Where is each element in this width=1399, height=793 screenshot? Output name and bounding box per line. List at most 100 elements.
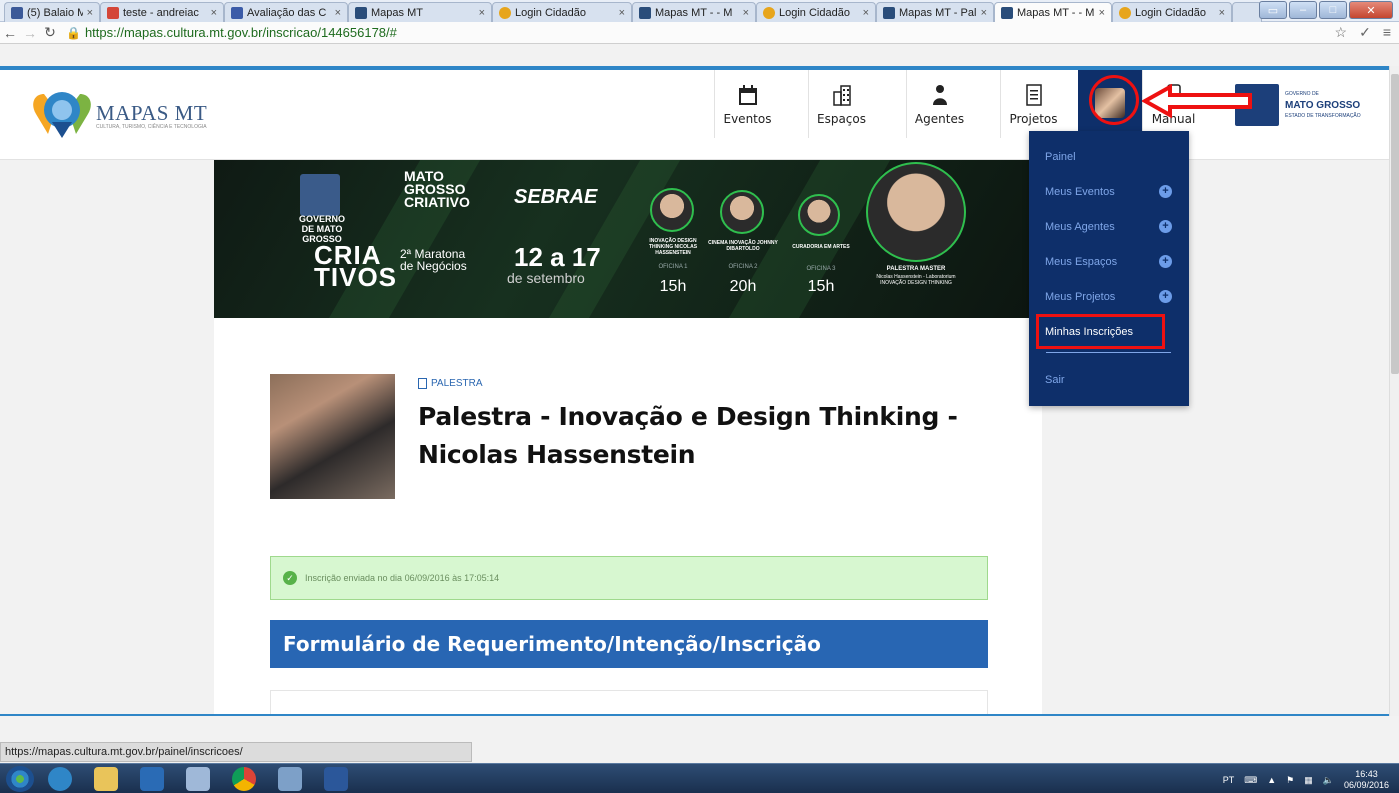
- url-field[interactable]: 🔒 https://mapas.cultura.mt.gov.br/inscri…: [66, 25, 397, 40]
- browser-tab-active[interactable]: Mapas MT - - M ×: [994, 2, 1112, 22]
- start-button-icon[interactable]: [6, 766, 34, 792]
- mapas-icon: [1001, 6, 1013, 19]
- menu-item-meus-eventos[interactable]: Meus Eventos: [1045, 186, 1115, 198]
- menu-item-painel[interactable]: Painel: [1045, 151, 1076, 163]
- lock-icon: 🔒: [66, 25, 81, 40]
- restore-icon[interactable]: ▭: [1259, 1, 1287, 19]
- speaker-photo: [650, 188, 694, 232]
- tab-close-icon[interactable]: ×: [479, 7, 485, 19]
- nav-projetos[interactable]: Projetos: [1000, 70, 1066, 138]
- map-pin-logo-icon: [33, 92, 91, 138]
- mapas-icon: [639, 6, 651, 19]
- browser-tab[interactable]: Login Cidadão ×: [1112, 2, 1232, 22]
- new-tab-button[interactable]: [1232, 2, 1262, 22]
- network-icon[interactable]: ▦: [1304, 775, 1313, 786]
- browser-tab[interactable]: Mapas MT - - M ×: [632, 2, 756, 22]
- tab-close-icon[interactable]: ×: [981, 7, 987, 19]
- add-evento-icon[interactable]: +: [1159, 185, 1172, 198]
- browser-tab[interactable]: Login Cidadão ×: [492, 2, 632, 22]
- tab-close-icon[interactable]: ×: [335, 7, 341, 19]
- address-bar: ← → ↻ 🔒 https://mapas.cultura.mt.gov.br/…: [0, 22, 1399, 44]
- event-banner: GOVERNO DE MATO GROSSO MATO GROSSO CRIAT…: [214, 160, 1042, 318]
- person-icon: [932, 85, 947, 105]
- banner-maratona: 2ª Maratona de Negócios: [400, 247, 467, 273]
- project-category[interactable]: PALESTRA: [418, 378, 483, 389]
- banner-sebrae-logo: SEBRAE: [514, 186, 598, 208]
- reload-icon[interactable]: ↻: [40, 24, 60, 41]
- document-icon: [418, 378, 427, 389]
- gov-mato-grosso-logo: GOVERNO DE MATO GROSSO ESTADO DE TRANSFO…: [1235, 84, 1365, 126]
- explorer-icon[interactable]: [94, 767, 118, 791]
- nav-espacos[interactable]: Espaços: [808, 70, 874, 138]
- speaker-photo: [720, 190, 764, 234]
- tray-expand-icon[interactable]: ▲: [1267, 775, 1276, 785]
- tab-close-icon[interactable]: ×: [1219, 7, 1225, 19]
- bookmark-star-icon[interactable]: ☆: [1335, 24, 1348, 41]
- tab-close-icon[interactable]: ×: [619, 7, 625, 19]
- form-box: [270, 690, 988, 716]
- master-speaker-photo: [866, 162, 966, 262]
- building-icon: [832, 85, 851, 106]
- ie-icon[interactable]: [48, 767, 72, 791]
- menu-divider: [1046, 352, 1171, 353]
- browser-tab[interactable]: Mapas MT ×: [348, 2, 492, 22]
- windows-taskbar: PT ⌨ ▲ ⚑ ▦ 🔈 16:43 06/09/2016: [0, 763, 1399, 793]
- mapas-icon: [883, 6, 895, 19]
- add-projeto-icon[interactable]: +: [1159, 290, 1172, 303]
- system-tray: PT ⌨ ▲ ⚑ ▦ 🔈 16:43 06/09/2016: [1223, 769, 1389, 791]
- browser-tab[interactable]: Login Cidadão ×: [756, 2, 876, 22]
- media-player-icon[interactable]: [140, 767, 164, 791]
- login-icon: [499, 6, 511, 19]
- word-icon[interactable]: [324, 767, 348, 791]
- flag-icon[interactable]: ⚑: [1286, 775, 1294, 786]
- page-scrollbar[interactable]: [1389, 66, 1399, 716]
- browser-tab[interactable]: (5) Balaio Music×: [4, 2, 100, 22]
- facebook-icon: [11, 6, 23, 19]
- menu-item-meus-projetos[interactable]: Meus Projetos: [1045, 291, 1115, 303]
- annotation-circle: [1089, 75, 1139, 125]
- language-indicator[interactable]: PT: [1223, 775, 1235, 785]
- nav-agentes[interactable]: Agentes: [906, 70, 972, 138]
- speaker-label: CURADORIA EM ARTES: [792, 244, 850, 250]
- clock[interactable]: 16:43 06/09/2016: [1344, 769, 1389, 791]
- volume-icon[interactable]: 🔈: [1323, 775, 1334, 786]
- gmail-icon: [107, 6, 119, 19]
- add-espaco-icon[interactable]: +: [1159, 255, 1172, 268]
- menu-item-sair[interactable]: Sair: [1045, 374, 1065, 386]
- back-arrow-icon[interactable]: ←: [0, 25, 20, 41]
- login-icon: [763, 6, 775, 19]
- nav-eventos[interactable]: Eventos: [714, 70, 780, 138]
- keyboard-icon[interactable]: ⌨: [1244, 775, 1257, 786]
- calculator-icon[interactable]: [186, 767, 210, 791]
- maximize-icon[interactable]: □: [1319, 1, 1347, 19]
- site-logo[interactable]: MAPAS MT CULTURA, TURISMO, CIÊNCIA E TEC…: [30, 88, 207, 138]
- success-alert: ✓ Inscrição enviada no dia 06/09/2016 às…: [270, 556, 988, 600]
- menu-item-meus-espacos[interactable]: Meus Espaços: [1045, 256, 1117, 268]
- tab-close-icon[interactable]: ×: [863, 7, 869, 19]
- add-agente-icon[interactable]: +: [1159, 220, 1172, 233]
- speaker-oficina: OFICINA 3: [806, 266, 836, 272]
- address-bar-actions: ☆ ✓ ≡: [1335, 24, 1391, 41]
- tab-close-icon[interactable]: ×: [87, 7, 93, 19]
- speaker-label: INOVAÇÃO DESIGN THINKING NICOLAS HASSENS…: [648, 238, 698, 256]
- menu-item-meus-agentes[interactable]: Meus Agentes: [1045, 221, 1115, 233]
- gov-logo-text: GOVERNO DE MATO GROSSO ESTADO DE TRANSFO…: [1285, 90, 1361, 119]
- page-viewport: MAPAS MT CULTURA, TURISMO, CIÊNCIA E TEC…: [0, 44, 1389, 716]
- menu-icon[interactable]: ≡: [1383, 24, 1391, 41]
- browser-tab[interactable]: Avaliação das C ×: [224, 2, 348, 22]
- minimize-icon[interactable]: –: [1289, 1, 1317, 19]
- tab-close-icon[interactable]: ×: [743, 7, 749, 19]
- page-title: Palestra - Inovação e Design Thinking - …: [418, 402, 958, 469]
- scrollbar-thumb[interactable]: [1391, 74, 1399, 374]
- chrome-icon[interactable]: [232, 767, 256, 791]
- tab-close-icon[interactable]: ×: [1099, 7, 1105, 19]
- forward-arrow-icon[interactable]: →: [20, 25, 40, 41]
- check-icon: ✓: [283, 571, 297, 585]
- close-window-icon[interactable]: ✕: [1349, 1, 1393, 19]
- browser-tab[interactable]: Mapas MT - Pal ×: [876, 2, 994, 22]
- extension-check-icon[interactable]: ✓: [1359, 24, 1371, 41]
- success-message: Inscrição enviada no dia 06/09/2016 às 1…: [305, 573, 500, 583]
- paint-icon[interactable]: [278, 767, 302, 791]
- tab-close-icon[interactable]: ×: [211, 7, 217, 19]
- browser-tab[interactable]: teste - andreiac ×: [100, 2, 224, 22]
